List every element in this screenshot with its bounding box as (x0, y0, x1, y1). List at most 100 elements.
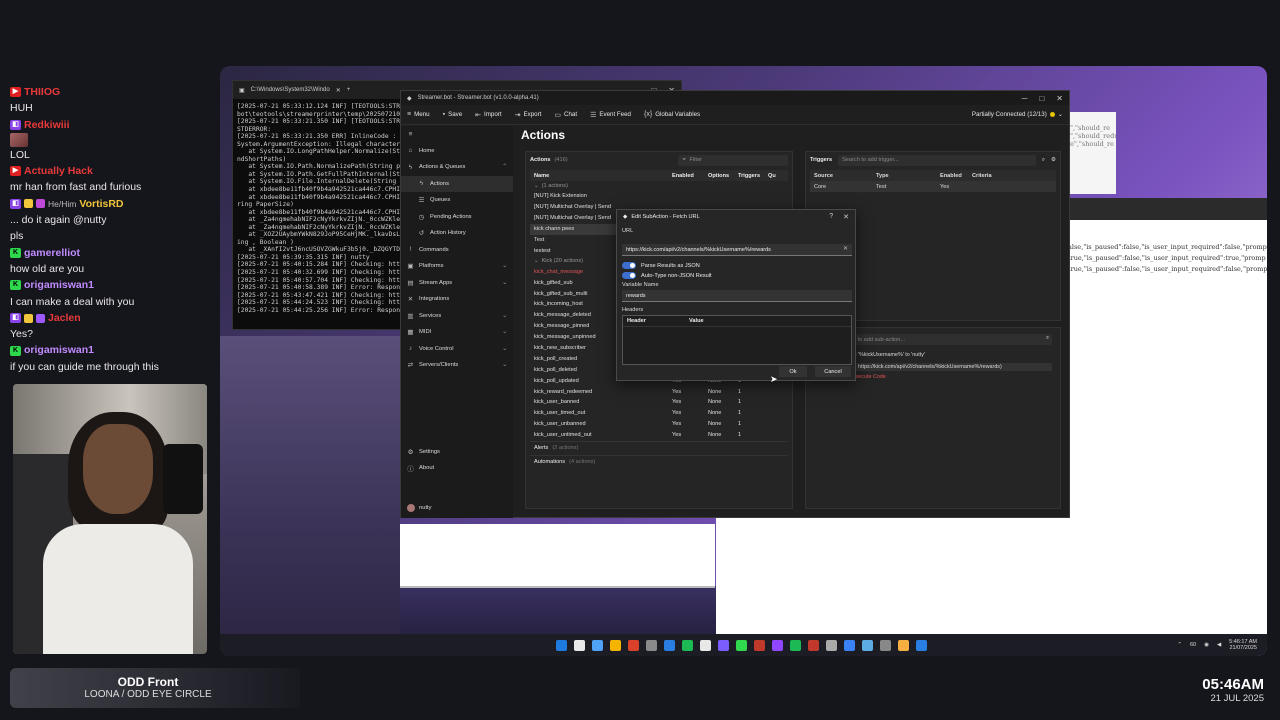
filter-input[interactable]: ⏷ Filter (678, 154, 788, 166)
table-row[interactable]: kick_user_timed_out Yes None 1 (530, 408, 788, 419)
taskbar-app-icon[interactable] (862, 639, 873, 651)
taskbar-app-icon[interactable] (790, 639, 801, 651)
help-icon[interactable]: ? (829, 213, 833, 221)
taskbar-app-icon[interactable] (610, 639, 621, 651)
taskbar-app-icon[interactable] (898, 639, 909, 651)
action-group-header[interactable]: ⌄ (1 actions) (530, 181, 788, 191)
close-icon[interactable]: ✕ (1056, 94, 1063, 103)
chat-button[interactable]: ▭ Chat (554, 111, 577, 119)
subaction-row[interactable]: nt '%kickUsername%' to 'nutty' (852, 352, 925, 358)
user-profile[interactable]: nutty (407, 504, 432, 512)
table-row[interactable]: Core Test Yes (810, 181, 1056, 192)
table-row[interactable]: kick_user_untimed_out Yes None 1 (530, 430, 788, 441)
auto-type-toggle[interactable]: Auto-Type non-JSON Result (622, 272, 712, 279)
table-row[interactable]: kick_user_unbanned Yes None 1 (530, 419, 788, 430)
taskbar-app-icon[interactable] (772, 639, 783, 651)
col-options[interactable]: Options (708, 173, 738, 179)
sidebar-item-history[interactable]: ↺ Action History (401, 225, 513, 242)
sidebar-item-stream-apps[interactable]: ▤ Stream Apps ⌄ (401, 275, 513, 292)
sb-titlebar[interactable]: ◆ Streamer.bot - Streamer.bot (v1.0.0-al… (401, 91, 1069, 105)
taskbar-app-icon[interactable] (844, 639, 855, 651)
toggle-switch[interactable] (622, 272, 636, 279)
subaction-row[interactable]: https://kick.com/api/v2/channels/%kickUs… (852, 363, 1052, 371)
sidebar-item-servers[interactable]: ⇄ Servers/Clients ⌄ (401, 357, 513, 374)
table-row[interactable]: kick_user_banned Yes None 1 (530, 397, 788, 408)
sidebar-item-platforms[interactable]: ▣ Platforms ⌄ (401, 258, 513, 275)
save-button[interactable]: ▪ Save (443, 111, 463, 118)
cancel-button[interactable]: Cancel (815, 366, 851, 377)
sidebar-item-integrations[interactable]: ✕ Integrations (401, 291, 513, 308)
subaction-row[interactable]: Execute Code (852, 374, 886, 380)
taskbar-app-icon[interactable] (574, 639, 585, 651)
import-button[interactable]: ⇤ Import (475, 111, 501, 119)
col-queue[interactable]: Qu (768, 173, 784, 179)
sidebar-item-services[interactable]: ▥ Services ⌄ (401, 308, 513, 325)
sidebar-collapse[interactable]: ≡ (401, 126, 513, 143)
col-criteria[interactable]: Criteria (972, 173, 1052, 179)
taskbar-app-icon[interactable] (718, 639, 729, 651)
menu-button[interactable]: ≡ Menu (407, 111, 430, 118)
export-button[interactable]: ⇥ Export (515, 111, 542, 119)
sidebar-item-commands[interactable]: ! Commands (401, 242, 513, 259)
chevron-up-icon[interactable]: ⌃ (1177, 642, 1182, 648)
variable-name-field[interactable] (622, 290, 852, 302)
url-field[interactable] (622, 244, 852, 256)
toggle-switch[interactable] (622, 262, 636, 269)
sidebar-item-actions[interactable]: ϟ Actions (401, 175, 513, 192)
taskbar-clock[interactable]: 5:46:17 AM 21/07/2025 (1229, 639, 1257, 652)
parse-json-toggle[interactable]: Parse Results as JSON (622, 262, 700, 269)
col-source[interactable]: Source (814, 173, 876, 179)
taskbar-app-icon[interactable] (880, 639, 891, 651)
action-group-alerts[interactable]: Alerts (2 actions) (530, 440, 788, 455)
taskbar-app-icon[interactable] (700, 639, 711, 651)
taskbar-app-icon[interactable] (682, 639, 693, 651)
col-type[interactable]: Type (876, 173, 940, 179)
taskbar-app-icon[interactable] (916, 639, 927, 651)
trigger-search-input[interactable]: Search to add trigger... (838, 154, 1036, 166)
maximize-icon[interactable]: □ (1039, 94, 1044, 103)
dialog-titlebar[interactable]: ◆ Edit SubAction - Fetch URL ? ✕ (617, 210, 855, 224)
global-variables-button[interactable]: {x} Global Variables (644, 111, 700, 118)
minimize-icon[interactable]: ─ (1022, 94, 1028, 103)
taskbar-app-icon[interactable] (808, 639, 819, 651)
taskbar-app-icon[interactable] (556, 639, 567, 651)
col-name[interactable]: Name (534, 173, 672, 179)
streamerbot-window[interactable]: ◆ Streamer.bot - Streamer.bot (v1.0.0-al… (400, 90, 1070, 518)
sidebar-item-voice[interactable]: ♪ Voice Control ⌄ (401, 341, 513, 358)
network-icon[interactable]: ◉ (1204, 642, 1209, 648)
subaction-search-input[interactable]: ch to add sub-action... (846, 334, 1052, 345)
taskbar-app-icon[interactable] (754, 639, 765, 651)
col-enabled[interactable]: Enabled (672, 173, 708, 179)
clear-icon[interactable]: ✕ (843, 245, 848, 252)
taskbar-app-icon[interactable] (646, 639, 657, 651)
search-icon[interactable]: ⌕ (1046, 335, 1049, 342)
close-icon[interactable]: ✕ (843, 213, 849, 221)
col-triggers[interactable]: Triggers (738, 173, 768, 179)
volume-icon[interactable]: ◀ (1217, 642, 1221, 648)
taskbar-app-icon[interactable] (826, 639, 837, 651)
event-feed-button[interactable]: ☰ Event Feed (590, 111, 631, 119)
action-group-automations[interactable]: Automations (4 actions) (530, 454, 788, 469)
taskbar-app-icon[interactable] (628, 639, 639, 651)
table-row[interactable]: kick_reward_redeemed Yes None 1 (530, 386, 788, 397)
sidebar-item-actions-queues[interactable]: ϟ Actions & Queues ⌃ (401, 159, 513, 176)
taskbar-app-icon[interactable] (736, 639, 747, 651)
gear-icon[interactable]: ⚙ (1051, 157, 1056, 163)
taskbar-app-icon[interactable] (664, 639, 675, 651)
sidebar-item-pending[interactable]: ◷ Pending Actions (401, 209, 513, 226)
sidebar-item-midi[interactable]: ▦ MIDI ⌄ (401, 324, 513, 341)
sidebar-item-home[interactable]: ⌂ Home (401, 143, 513, 160)
ok-button[interactable]: Ok (779, 366, 807, 377)
table-row[interactable]: [NUT] Kick Extension (530, 191, 788, 202)
sidebar-item-about[interactable]: ⓘ About (401, 460, 513, 477)
new-tab-icon[interactable]: + (347, 87, 351, 93)
sidebar-item-queues[interactable]: ☰ Queues (401, 192, 513, 209)
headers-table[interactable]: Header Value (622, 315, 852, 365)
tray-text: 60 (1190, 642, 1197, 648)
close-tab-icon[interactable]: ✕ (336, 87, 341, 94)
col-enabled[interactable]: Enabled (940, 173, 972, 179)
sidebar-item-settings[interactable]: ⚙ Settings (401, 444, 513, 461)
taskbar-app-icon[interactable] (592, 639, 603, 651)
connection-status[interactable]: Partially Connected (12/13) ⌄ (972, 111, 1063, 118)
search-icon[interactable]: ⌕ (1042, 157, 1045, 164)
